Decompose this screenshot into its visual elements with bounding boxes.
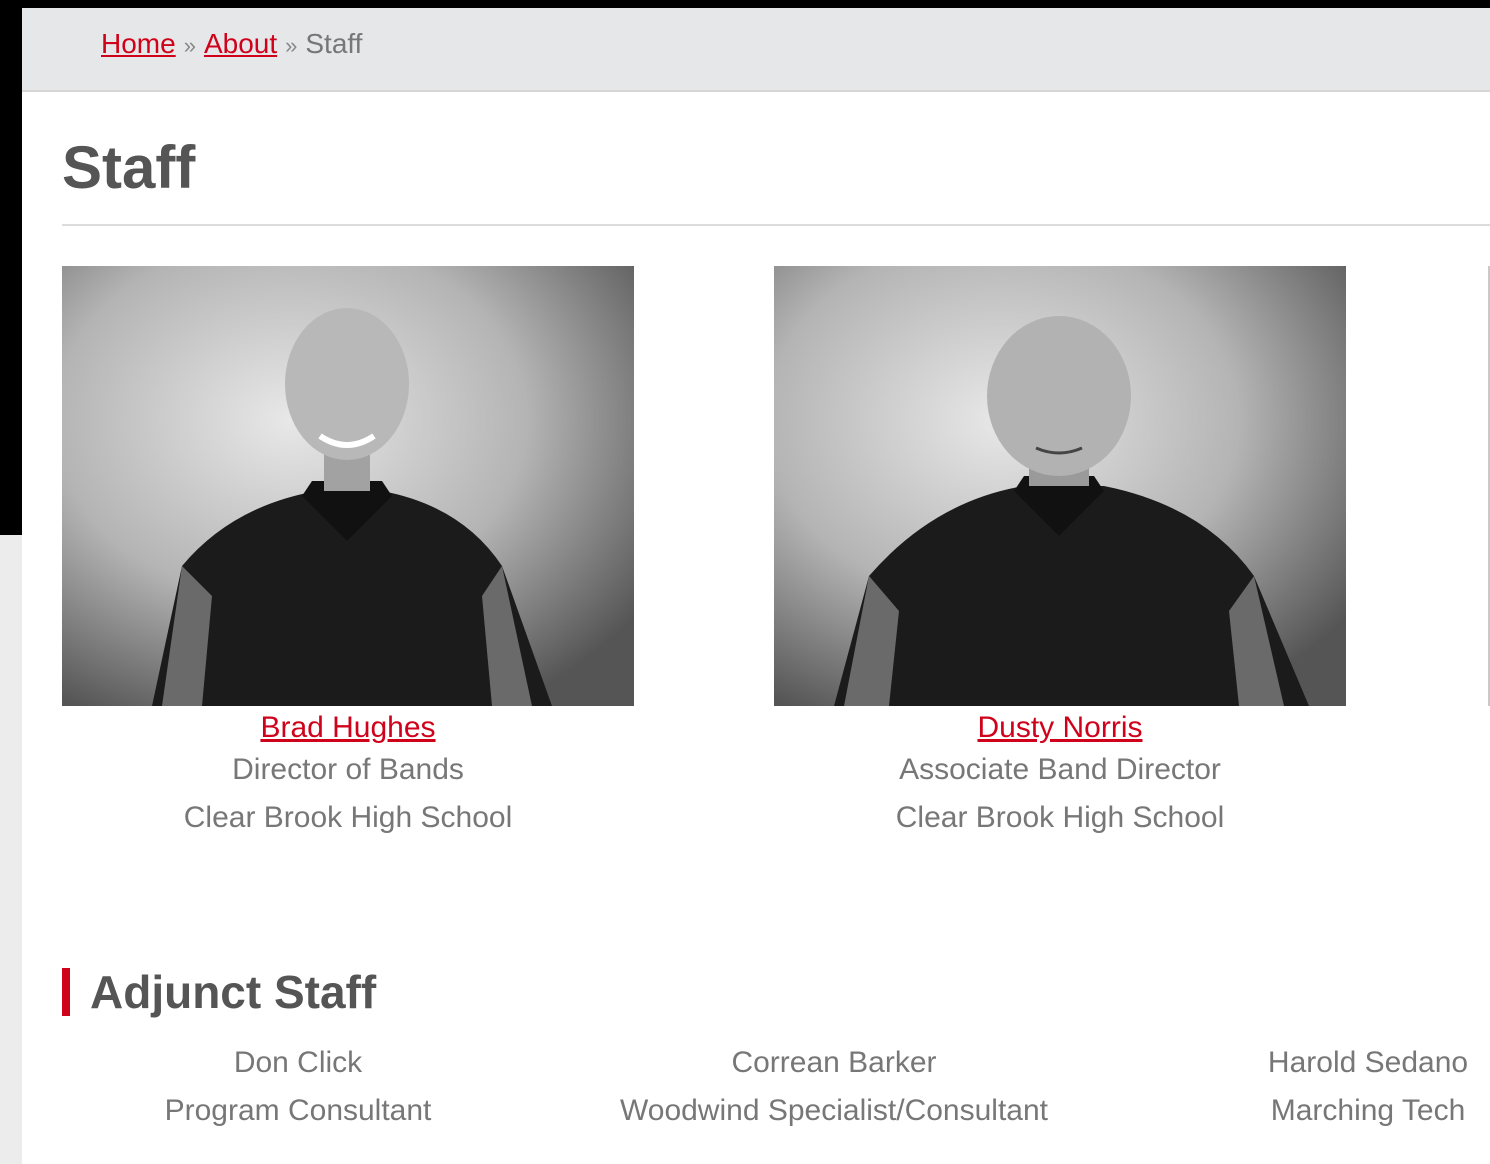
adjunct-member: Harold Sedano Marching Tech xyxy=(1248,1039,1488,1135)
breadcrumb-current: Staff xyxy=(305,28,363,59)
staff-card: Brad Hughes Director of Bands Clear Broo… xyxy=(62,266,634,842)
breadcrumb-home-link[interactable]: Home xyxy=(101,28,176,59)
adjunct-staff-heading: Adjunct Staff xyxy=(62,968,376,1016)
staff-school: Clear Brook High School xyxy=(183,801,513,834)
breadcrumb: Home » About » Staff xyxy=(101,28,362,60)
staff-photo-brad-hughes[interactable] xyxy=(62,266,634,706)
adjunct-name: Harold Sedano xyxy=(1267,1046,1469,1079)
adjunct-member: Don Click Program Consultant xyxy=(98,1039,498,1135)
adjunct-name: Don Click xyxy=(233,1046,363,1079)
page-content: Home» About» Staff Staff Brad Hughes Direc xyxy=(22,8,1490,1164)
adjunct-member: Correan Barker Woodwind Specialist/Consu… xyxy=(594,1039,1074,1135)
adjunct-role: Program Consultant xyxy=(164,1094,432,1127)
staff-card: Dusty Norris Associate Band Director Cle… xyxy=(774,266,1346,842)
breadcrumb-bar: Home » About » Staff xyxy=(22,8,1490,92)
breadcrumb-separator: » xyxy=(183,33,196,58)
adjunct-name: Correan Barker xyxy=(731,1046,937,1079)
left-gutter xyxy=(0,535,22,1164)
staff-name-link[interactable]: Dusty Norris xyxy=(774,710,1346,746)
page-title: Staff xyxy=(62,134,196,201)
adjunct-role: Marching Tech xyxy=(1270,1094,1466,1127)
staff-role: Associate Band Director xyxy=(899,753,1221,786)
staff-photo-dusty-norris[interactable] xyxy=(774,266,1346,706)
staff-name-link[interactable]: Brad Hughes xyxy=(62,710,634,746)
window-top-edge xyxy=(0,0,1490,8)
staff-role: Director of Bands xyxy=(232,753,464,786)
adjunct-role: Woodwind Specialist/Consultant xyxy=(619,1094,1048,1127)
breadcrumb-separator: » xyxy=(285,33,298,58)
title-divider xyxy=(62,224,1490,226)
staff-school: Clear Brook High School xyxy=(895,801,1225,834)
breadcrumb-about-link[interactable]: About xyxy=(204,28,277,59)
